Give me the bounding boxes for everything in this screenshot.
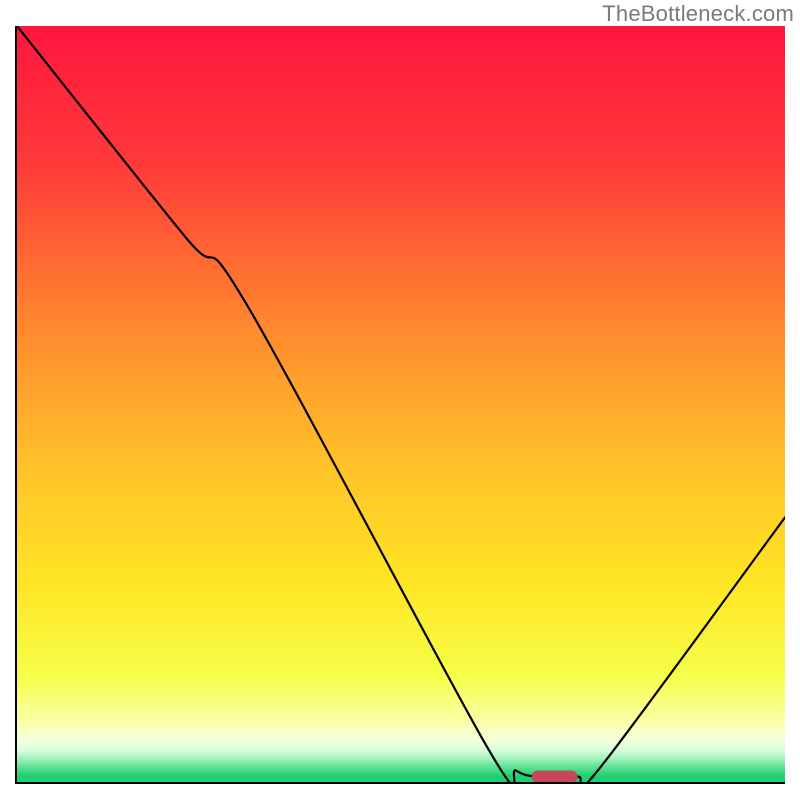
bottleneck-chart: TheBottleneck.com	[0, 0, 800, 800]
axes-frame	[15, 26, 785, 784]
watermark-text: TheBottleneck.com	[602, 1, 794, 27]
